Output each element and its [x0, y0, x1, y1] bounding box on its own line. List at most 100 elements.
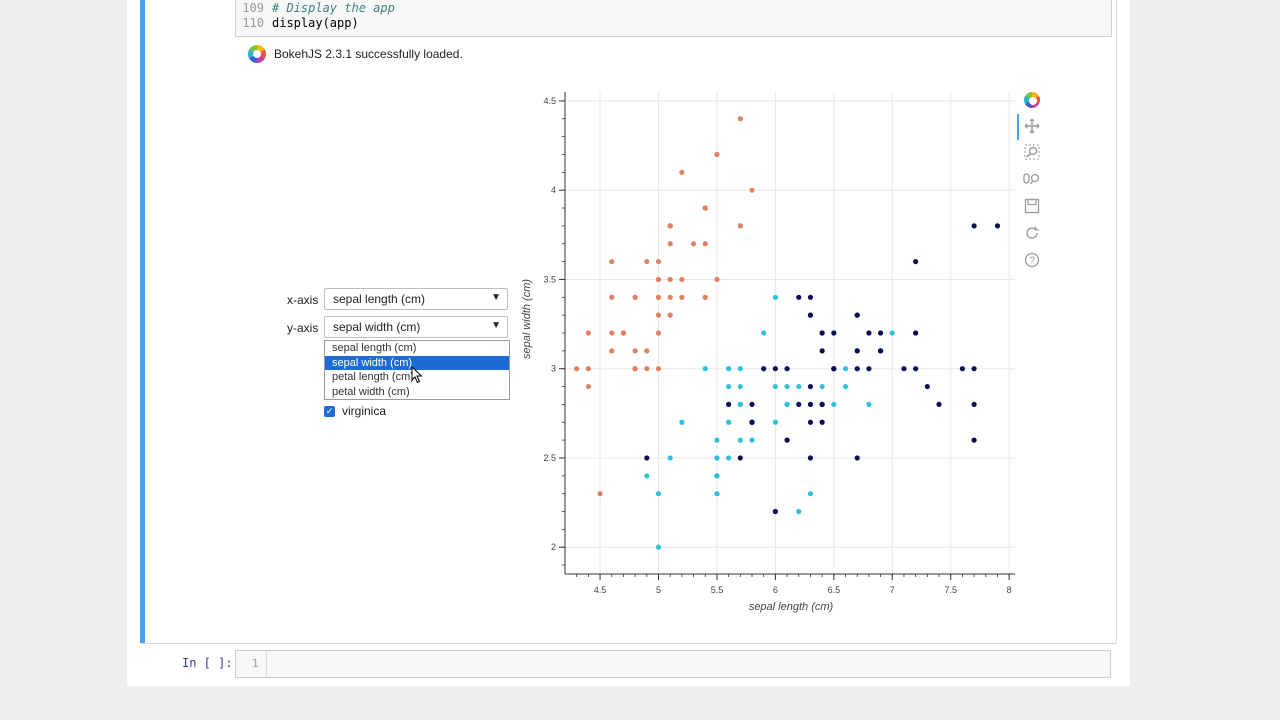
data-point	[749, 187, 755, 193]
data-point	[726, 366, 732, 372]
wheel-zoom-icon[interactable]	[1022, 169, 1042, 189]
dropdown-option[interactable]: sepal length (cm)	[325, 341, 509, 356]
box-zoom-icon[interactable]	[1022, 142, 1042, 162]
x-tick-label: 4.5	[594, 585, 607, 595]
data-point	[737, 366, 743, 372]
data-point	[959, 366, 966, 372]
data-point	[772, 294, 778, 300]
data-point	[737, 383, 743, 390]
data-point	[819, 348, 825, 354]
data-point	[714, 473, 720, 479]
data-point	[679, 294, 685, 300]
data-point	[667, 455, 673, 461]
y-axis-title: sepal width (cm)	[521, 279, 533, 359]
reset-icon[interactable]	[1022, 223, 1042, 243]
save-icon[interactable]	[1022, 196, 1042, 216]
data-point	[761, 366, 767, 372]
data-point	[971, 223, 977, 229]
data-point	[854, 312, 860, 318]
input-editor[interactable]: 1	[235, 650, 1111, 678]
data-point	[609, 330, 615, 336]
data-point	[667, 223, 673, 229]
data-point	[819, 401, 825, 408]
data-point	[655, 258, 662, 265]
data-point	[796, 401, 802, 408]
data-point	[901, 366, 907, 372]
data-point	[994, 223, 1001, 229]
x-tick-label: 5.5	[711, 585, 724, 595]
mouse-cursor-icon	[411, 366, 423, 384]
data-point	[807, 455, 814, 461]
data-point	[842, 383, 849, 390]
bokeh-logo-icon	[248, 45, 266, 63]
data-point	[644, 366, 650, 372]
bokeh-logo-icon[interactable]	[1022, 90, 1042, 110]
data-point	[866, 401, 872, 408]
cell-selection-bar	[140, 0, 145, 643]
data-point	[913, 258, 919, 265]
virginica-checkbox[interactable]: ✓ virginica	[324, 404, 386, 418]
data-point	[807, 401, 814, 408]
data-point	[644, 455, 650, 461]
data-point	[667, 276, 673, 283]
y-tick-label: 2	[551, 542, 556, 552]
data-point	[749, 437, 755, 443]
data-point	[597, 491, 603, 497]
code-editor[interactable]: 109 # Display the app 110 display(app)	[235, 0, 1112, 37]
data-point	[737, 455, 743, 461]
data-point	[889, 330, 895, 336]
data-point	[714, 491, 720, 497]
pan-icon[interactable]	[1022, 116, 1042, 136]
data-point	[737, 401, 743, 408]
data-point	[807, 419, 814, 425]
scatter-plot[interactable]: 4.5 5 5.5 6 6.5 7 7.5 8 2 2.5 3 3.5 4 4.5 sepal lengt…	[515, 84, 1020, 619]
plot-points	[574, 116, 1001, 550]
data-point	[702, 205, 708, 211]
data-point	[796, 508, 802, 515]
data-point	[819, 383, 825, 390]
data-point	[924, 383, 930, 390]
data-point	[784, 437, 790, 443]
y-axis-select[interactable]: sepal width (cm) ▼	[324, 316, 508, 338]
y-tick-label: 3.5	[543, 274, 556, 284]
line-number: 109	[242, 1, 264, 15]
plot-grid	[565, 92, 1015, 574]
data-point	[831, 401, 837, 408]
data-point	[971, 366, 977, 372]
data-point	[655, 330, 662, 336]
data-point	[761, 330, 767, 336]
x-tick-label: 5	[656, 585, 661, 595]
data-point	[831, 366, 837, 372]
data-point	[632, 366, 638, 372]
data-point	[854, 455, 860, 461]
data-point	[796, 383, 802, 390]
data-point	[726, 455, 732, 461]
data-point	[831, 330, 837, 336]
svg-text:?: ?	[1029, 256, 1035, 267]
y-tick-label: 2.5	[543, 453, 556, 463]
help-icon[interactable]: ?	[1022, 250, 1042, 270]
data-point	[971, 437, 977, 443]
checkbox-checked-icon[interactable]: ✓	[324, 405, 335, 417]
data-point	[737, 116, 743, 122]
data-point	[609, 348, 615, 354]
data-point	[807, 383, 814, 390]
next-input-cell[interactable]: In [ ]: 1	[127, 650, 1130, 678]
data-point	[644, 348, 650, 354]
data-point	[679, 419, 685, 425]
x-axis-select-value: sepal length (cm)	[333, 292, 426, 306]
data-point	[714, 437, 720, 443]
chevron-down-icon: ▼	[491, 292, 501, 303]
x-axis-select[interactable]: sepal length (cm) ▼	[324, 288, 508, 310]
data-point	[877, 348, 884, 354]
data-point	[796, 294, 802, 300]
data-point	[585, 330, 591, 336]
data-point	[726, 401, 732, 408]
data-point	[714, 276, 720, 283]
data-point	[714, 151, 720, 158]
data-point	[667, 241, 673, 247]
dropdown-option[interactable]: petal width (cm)	[325, 385, 509, 400]
data-point	[655, 491, 662, 497]
data-point	[574, 366, 580, 372]
data-point	[749, 401, 755, 408]
